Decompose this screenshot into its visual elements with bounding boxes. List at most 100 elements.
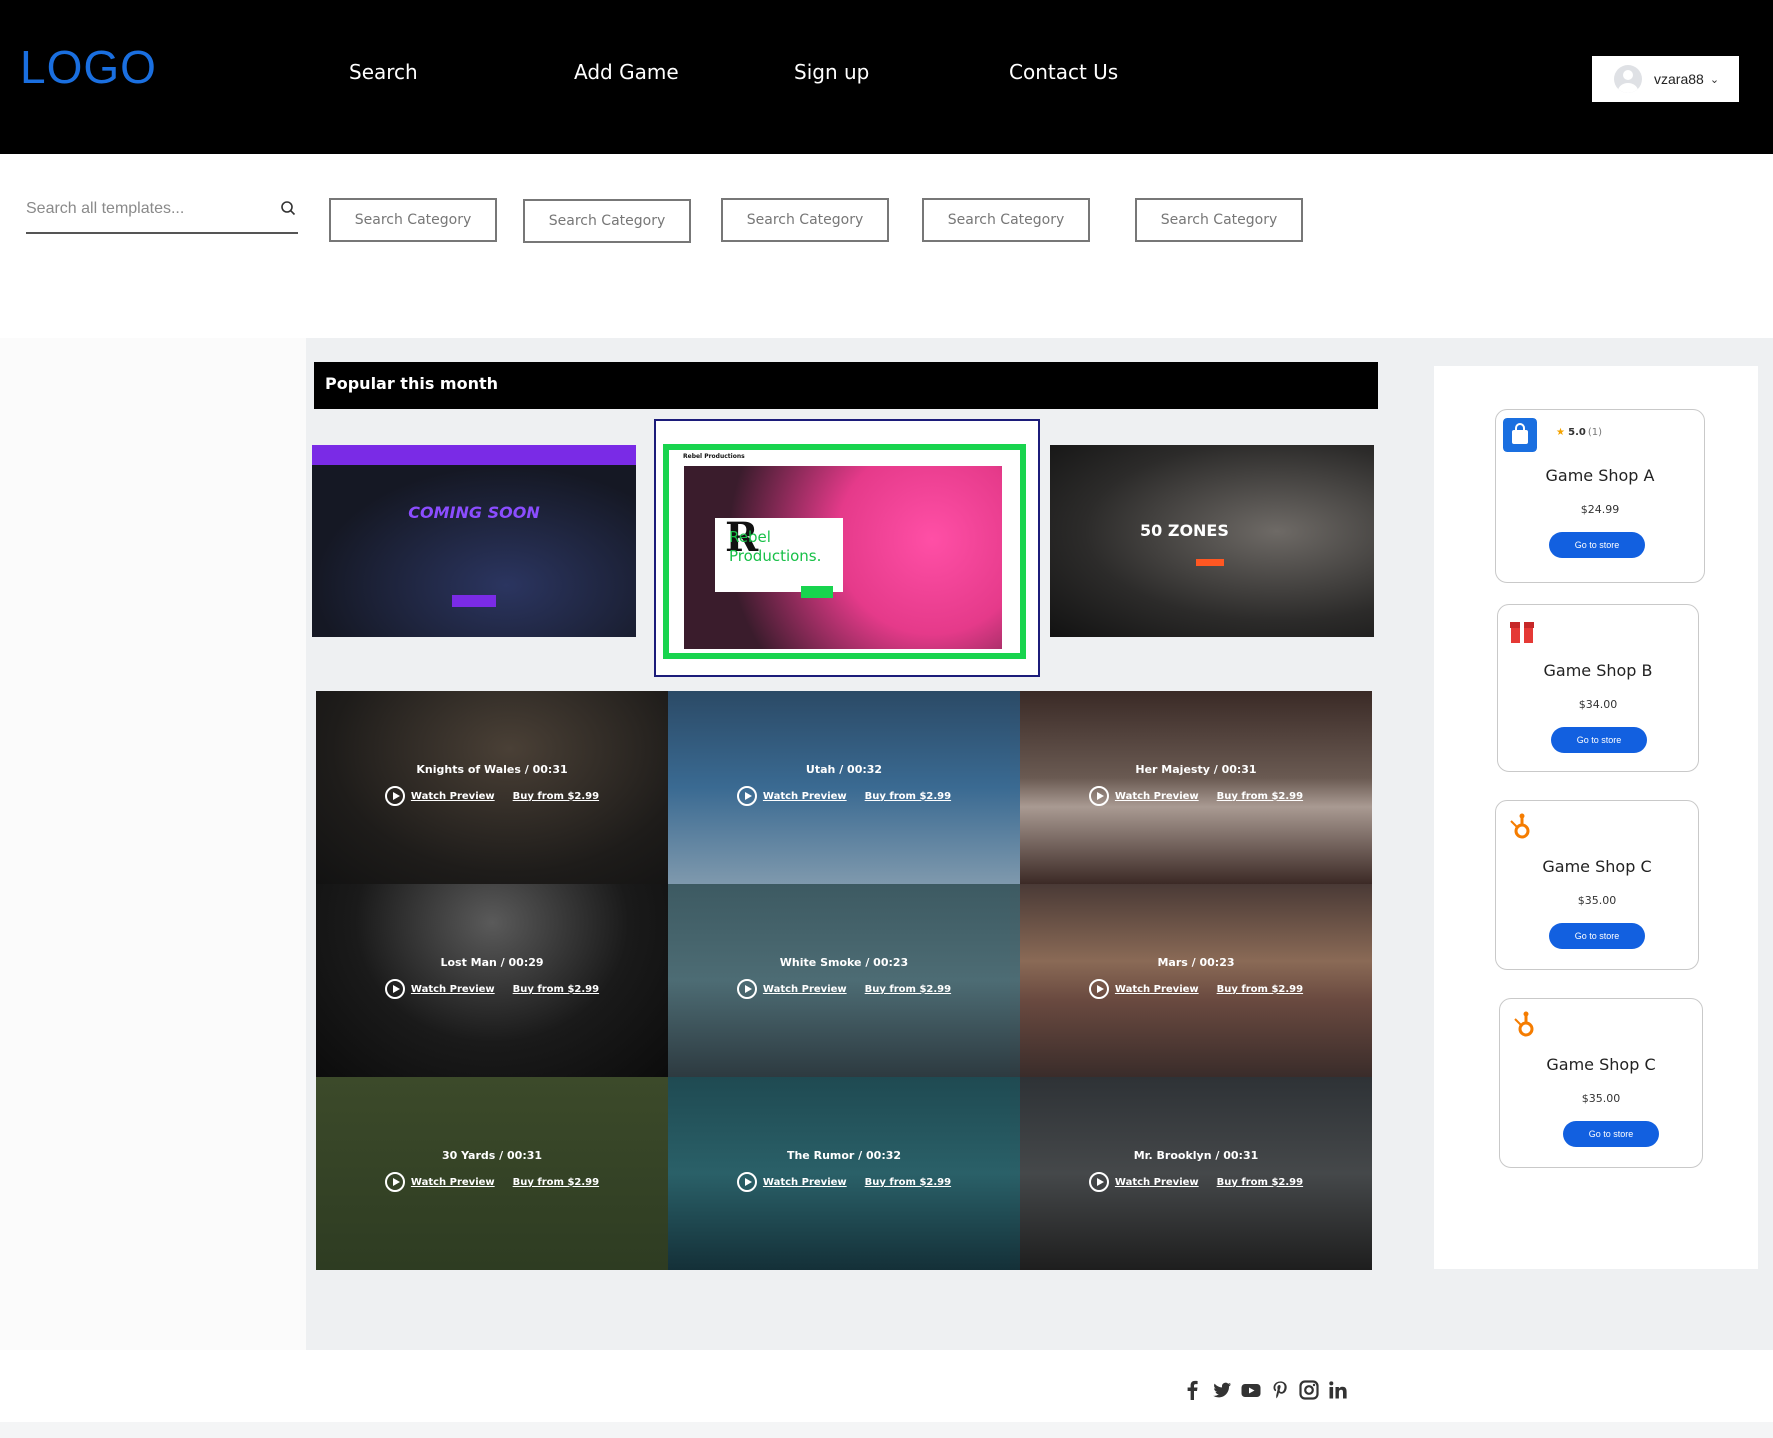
buy-link[interactable]: Buy from $2.99 bbox=[865, 791, 951, 802]
shop-price: $35.00 bbox=[1577, 894, 1617, 907]
shop-card: Game Shop C $35.00 Go to store bbox=[1495, 800, 1699, 970]
slide-cta bbox=[452, 595, 496, 607]
search-category-button[interactable]: Search Category bbox=[922, 198, 1090, 242]
shopping-bag-icon bbox=[1503, 418, 1537, 452]
search-category-button[interactable]: Search Category bbox=[721, 198, 889, 242]
video-title: Lost Man / 00:29 bbox=[440, 956, 544, 969]
search-category-button[interactable]: Search Category bbox=[329, 198, 497, 242]
video-tile[interactable]: Knights of Wales / 00:31 Watch Preview B… bbox=[316, 691, 668, 884]
hubspot-logo-icon bbox=[1510, 813, 1530, 839]
shop-price: $24.99 bbox=[1580, 503, 1620, 516]
footer-bar bbox=[0, 1422, 1773, 1438]
video-tile[interactable]: Lost Man / 00:29 Watch Preview Buy from … bbox=[316, 884, 668, 1077]
youtube-icon[interactable] bbox=[1241, 1380, 1261, 1400]
video-tile[interactable]: Mr. Brooklyn / 00:31 Watch Preview Buy f… bbox=[1020, 1077, 1372, 1270]
popular-section-header: Popular this month bbox=[314, 362, 1378, 409]
watch-preview-link[interactable]: Watch Preview bbox=[1115, 1177, 1199, 1188]
slide-cta bbox=[1196, 559, 1224, 566]
video-title: Utah / 00:32 bbox=[805, 763, 883, 776]
play-icon[interactable] bbox=[384, 786, 405, 806]
play-icon[interactable] bbox=[736, 786, 757, 806]
video-title: The Rumor / 00:32 bbox=[786, 1149, 902, 1162]
slide-heading: COMING SOON bbox=[408, 503, 540, 522]
nav-contact-us[interactable]: Contact Us bbox=[1009, 60, 1118, 84]
buy-link[interactable]: Buy from $2.99 bbox=[1217, 1177, 1303, 1188]
video-tile[interactable]: Utah / 00:32 Watch Preview Buy from $2.9… bbox=[668, 691, 1020, 884]
chevron-down-icon: ⌄ bbox=[1709, 72, 1720, 86]
slide-nav-bar bbox=[312, 445, 636, 465]
search-category-button[interactable]: Search Category bbox=[523, 199, 691, 243]
shop-name: Game Shop B bbox=[1543, 661, 1653, 680]
top-navigation-bar: LOGO Search Add Game Sign up Contact Us … bbox=[0, 0, 1773, 154]
watch-preview-link[interactable]: Watch Preview bbox=[1115, 791, 1199, 802]
buy-link[interactable]: Buy from $2.99 bbox=[865, 1177, 951, 1188]
video-tile[interactable]: 30 Yards / 00:31 Watch Preview Buy from … bbox=[316, 1077, 668, 1270]
search-icon[interactable] bbox=[280, 200, 296, 216]
instagram-icon[interactable] bbox=[1299, 1380, 1319, 1400]
watch-preview-link[interactable]: Watch Preview bbox=[411, 791, 495, 802]
watch-preview-link[interactable]: Watch Preview bbox=[1115, 984, 1199, 995]
buy-link[interactable]: Buy from $2.99 bbox=[865, 984, 951, 995]
watch-preview-link[interactable]: Watch Preview bbox=[411, 984, 495, 995]
facebook-icon[interactable] bbox=[1183, 1380, 1203, 1400]
carousel-slide-right[interactable]: 50 ZONES bbox=[1050, 445, 1374, 637]
slide-title-card: R Rebel Productions. bbox=[715, 514, 843, 592]
play-icon[interactable] bbox=[1088, 979, 1109, 999]
shop-price: $35.00 bbox=[1581, 1092, 1621, 1105]
shop-name: Game Shop C bbox=[1542, 857, 1652, 876]
search-category-button[interactable]: Search Category bbox=[1135, 198, 1303, 242]
pinterest-icon[interactable] bbox=[1270, 1380, 1290, 1400]
slide-heading: 50 ZONES bbox=[1140, 521, 1229, 540]
site-logo[interactable]: LOGO bbox=[20, 40, 157, 94]
slide-brand: Rebel Productions bbox=[683, 453, 745, 460]
video-tile[interactable]: White Smoke / 00:23 Watch Preview Buy fr… bbox=[668, 884, 1020, 1077]
search-input[interactable] bbox=[26, 192, 266, 226]
buy-link[interactable]: Buy from $2.99 bbox=[1217, 791, 1303, 802]
shop-name: Game Shop A bbox=[1545, 466, 1655, 485]
video-title: Her Majesty / 00:31 bbox=[1135, 763, 1257, 776]
buy-link[interactable]: Buy from $2.99 bbox=[513, 984, 599, 995]
play-icon[interactable] bbox=[384, 1172, 405, 1192]
play-icon[interactable] bbox=[1088, 786, 1109, 806]
video-title: White Smoke / 00:23 bbox=[779, 956, 909, 969]
left-column bbox=[0, 338, 306, 1350]
buy-link[interactable]: Buy from $2.99 bbox=[1217, 984, 1303, 995]
linkedin-icon[interactable] bbox=[1328, 1380, 1348, 1400]
video-tile[interactable]: The Rumor / 00:32 Watch Preview Buy from… bbox=[668, 1077, 1020, 1270]
buy-link[interactable]: Buy from $2.99 bbox=[513, 1177, 599, 1188]
video-title: Knights of Wales / 00:31 bbox=[416, 763, 568, 776]
social-links bbox=[1183, 1380, 1348, 1400]
video-title: Mars / 00:23 bbox=[1157, 956, 1235, 969]
video-tile[interactable]: Mars / 00:23 Watch Preview Buy from $2.9… bbox=[1020, 884, 1372, 1077]
video-title: Mr. Brooklyn / 00:31 bbox=[1133, 1149, 1259, 1162]
star-icon: ★ bbox=[1556, 427, 1565, 438]
carousel-slide-left[interactable]: COMING SOON bbox=[312, 445, 636, 637]
go-to-store-button[interactable]: Go to store bbox=[1549, 532, 1645, 558]
twitter-icon[interactable] bbox=[1212, 1380, 1232, 1400]
video-tile[interactable]: Her Majesty / 00:31 Watch Preview Buy fr… bbox=[1020, 691, 1372, 884]
play-icon[interactable] bbox=[384, 979, 405, 999]
user-menu[interactable]: vzara88 ⌄ bbox=[1592, 56, 1739, 102]
buy-link[interactable]: Buy from $2.99 bbox=[513, 791, 599, 802]
slide-cta bbox=[801, 586, 833, 598]
username: vzara88 bbox=[1654, 71, 1704, 87]
watch-preview-link[interactable]: Watch Preview bbox=[763, 791, 847, 802]
watch-preview-link[interactable]: Watch Preview bbox=[763, 1177, 847, 1188]
shop-card: Game Shop C $35.00 Go to store bbox=[1499, 998, 1703, 1168]
play-icon[interactable] bbox=[1088, 1172, 1109, 1192]
play-icon[interactable] bbox=[736, 979, 757, 999]
shop-name: Game Shop C bbox=[1546, 1055, 1656, 1074]
shop-price: $34.00 bbox=[1578, 698, 1618, 711]
nav-search[interactable]: Search bbox=[349, 60, 418, 84]
go-to-store-button[interactable]: Go to store bbox=[1549, 923, 1645, 949]
watch-preview-link[interactable]: Watch Preview bbox=[763, 984, 847, 995]
template-search bbox=[26, 192, 298, 234]
slide-background bbox=[312, 465, 636, 637]
go-to-store-button[interactable]: Go to store bbox=[1551, 727, 1647, 753]
watch-preview-link[interactable]: Watch Preview bbox=[411, 1177, 495, 1188]
play-icon[interactable] bbox=[736, 1172, 757, 1192]
nav-add-game[interactable]: Add Game bbox=[574, 60, 679, 84]
go-to-store-button[interactable]: Go to store bbox=[1563, 1121, 1659, 1147]
nav-sign-up[interactable]: Sign up bbox=[794, 60, 869, 84]
gift-box-icon bbox=[1510, 622, 1534, 643]
